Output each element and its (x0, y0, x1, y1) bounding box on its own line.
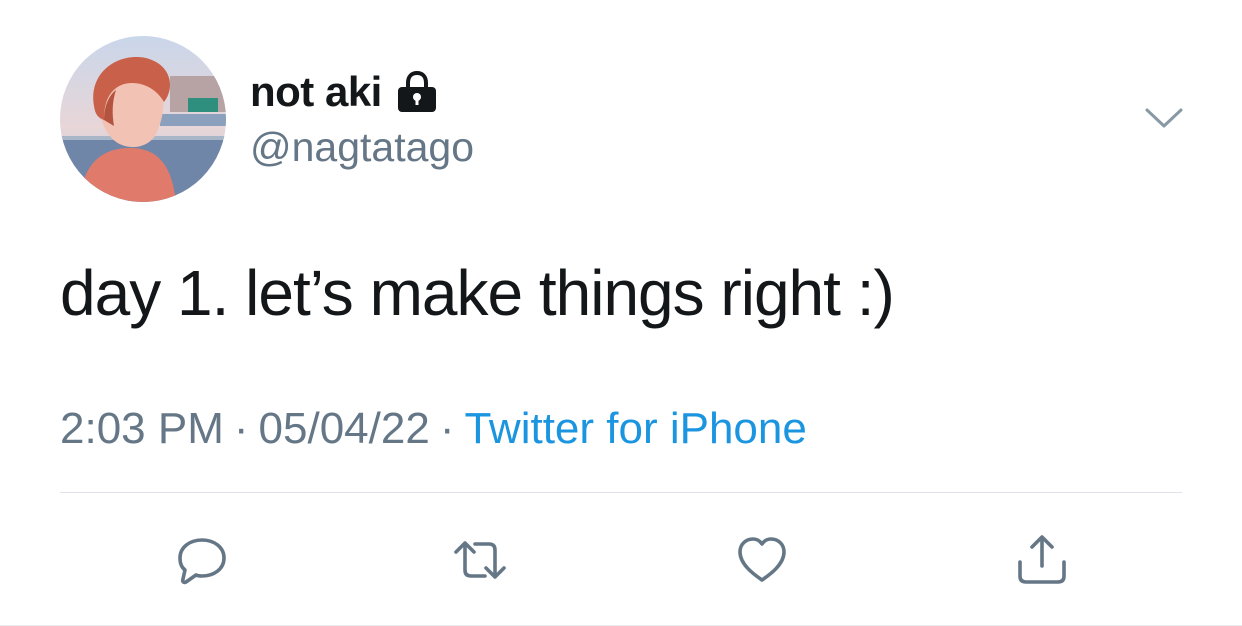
tweet-meta: 2:03 PM · 05/04/22 · Twitter for iPhone (60, 404, 807, 454)
tweet-text: day 1. let’s make things right :) (60, 257, 895, 329)
share-button[interactable] (1014, 532, 1070, 588)
meta-separator: · (439, 404, 455, 453)
tweet-date: 05/04/22 (258, 404, 430, 453)
heart-icon (738, 537, 786, 582)
retweet-button[interactable] (452, 532, 508, 588)
tweet-card: not aki @nagtatago day 1. let’s make thi… (0, 0, 1242, 626)
like-button[interactable] (734, 532, 790, 588)
display-name[interactable]: not aki (250, 68, 382, 116)
divider (60, 492, 1182, 493)
author-name-row[interactable]: not aki (250, 68, 440, 116)
share-icon (1018, 535, 1066, 584)
author-handle[interactable]: @nagtatago (250, 124, 474, 171)
avatar[interactable] (60, 36, 226, 202)
reply-button[interactable] (174, 532, 230, 588)
retweet-icon (454, 541, 506, 579)
tweet-time: 2:03 PM (60, 404, 224, 453)
meta-separator: · (233, 404, 249, 453)
tweet-source-link[interactable]: Twitter for iPhone (464, 404, 806, 453)
chevron-down-icon[interactable] (1144, 104, 1184, 132)
lock-icon (394, 70, 440, 113)
reply-icon (178, 538, 226, 585)
